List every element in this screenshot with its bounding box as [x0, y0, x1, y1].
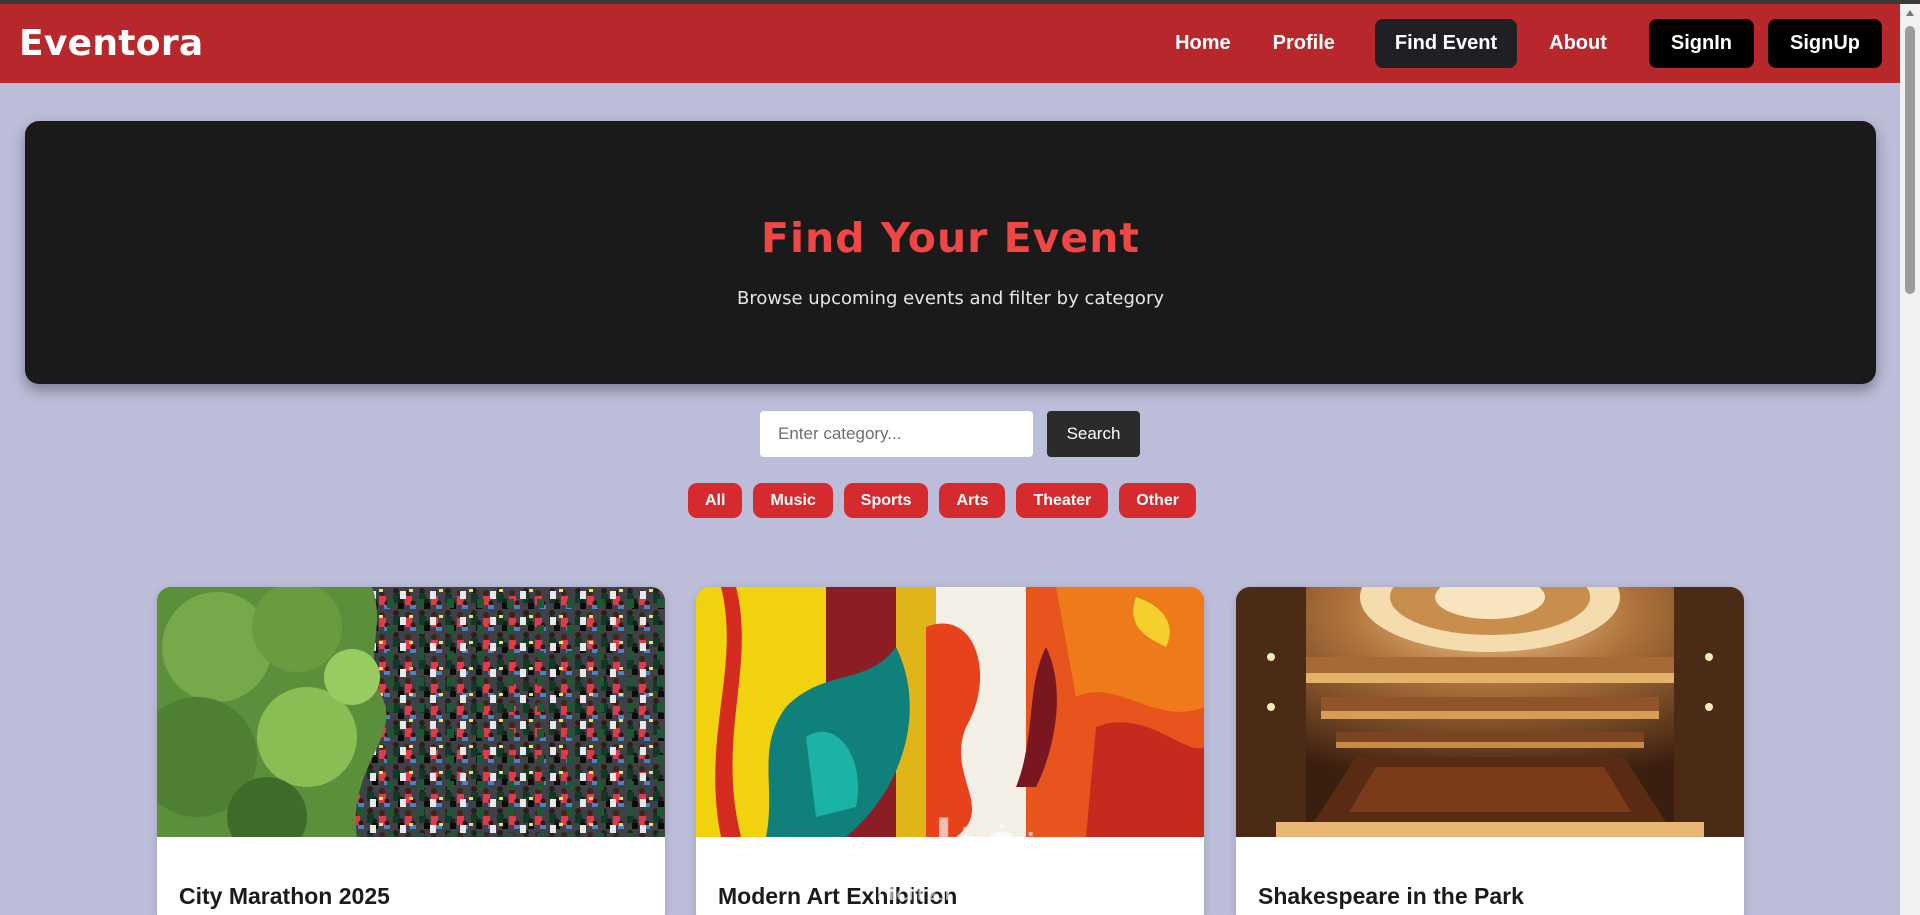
filter-chip-sports[interactable]: Sports: [843, 483, 929, 518]
main-nav: Home Profile Find Event About SignIn Sig…: [1153, 19, 1882, 68]
filter-chip-arts[interactable]: Arts: [939, 483, 1006, 518]
scrollbar-thumb[interactable]: [1905, 26, 1915, 294]
scroll-up-icon[interactable]: [1906, 10, 1914, 16]
nav-link-about[interactable]: About: [1529, 19, 1627, 68]
hero-title: Find Your Event: [761, 214, 1140, 262]
filter-chip-music[interactable]: Music: [753, 483, 833, 518]
event-title: Shakespeare in the Park: [1258, 883, 1524, 909]
nav-link-profile[interactable]: Profile: [1253, 19, 1355, 68]
event-image-theater: [1236, 587, 1744, 837]
hero-subtitle: Browse upcoming events and filter by cat…: [737, 288, 1164, 309]
search-bar: Search: [760, 411, 1140, 457]
filter-chip-theater[interactable]: Theater: [1016, 483, 1109, 518]
signup-button[interactable]: SignUp: [1768, 19, 1882, 68]
page-scrollbar[interactable]: [1900, 4, 1920, 915]
event-title: Modern Art Exhibition: [718, 883, 958, 909]
search-button[interactable]: Search: [1047, 411, 1140, 457]
event-card[interactable]: City Marathon 2025: [157, 587, 665, 915]
filter-chip-other[interactable]: Other: [1119, 483, 1196, 518]
hero-banner: Find Your Event Browse upcoming events a…: [25, 121, 1876, 384]
event-image-marathon: [157, 587, 665, 837]
event-image-art: [696, 587, 1204, 837]
nav-link-find-event[interactable]: Find Event: [1374, 19, 1518, 68]
signin-button[interactable]: SignIn: [1648, 19, 1754, 68]
nav-link-home[interactable]: Home: [1155, 19, 1251, 68]
navbar: Eventora Home Profile Find Event About S…: [0, 4, 1900, 83]
category-search-input[interactable]: [760, 411, 1033, 457]
category-filters: All Music Sports Arts Theater Other: [688, 483, 1207, 518]
event-card[interactable]: Modern Art Exhibition: [696, 587, 1204, 915]
filter-chip-all[interactable]: All: [688, 483, 743, 518]
event-title: City Marathon 2025: [179, 883, 390, 909]
event-card[interactable]: Shakespeare in the Park: [1236, 587, 1744, 915]
brand-logo[interactable]: Eventora: [19, 23, 204, 64]
